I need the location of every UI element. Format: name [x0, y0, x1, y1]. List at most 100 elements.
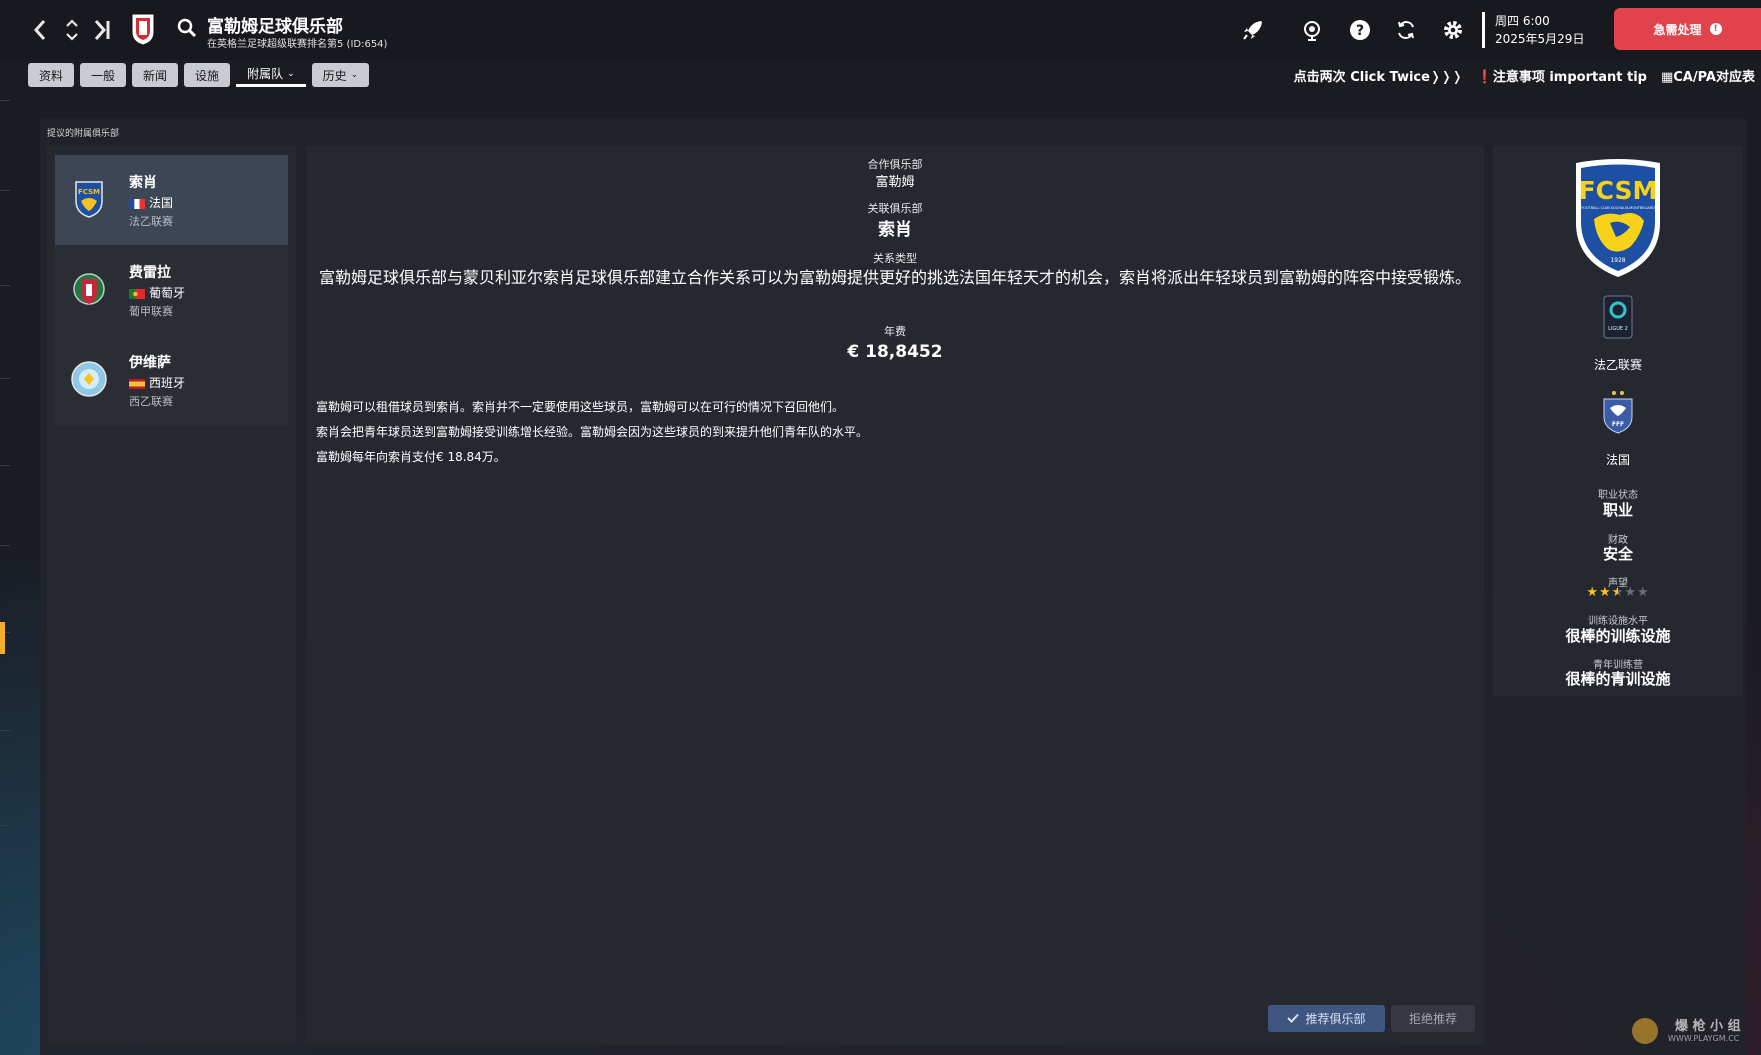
capa-table-link[interactable]: ▦CA/PA对应表	[1661, 66, 1755, 85]
affiliate-club-list: FCSM 索肖 法国 法乙联赛 费雷拉 葡萄牙 葡甲联赛 伊维萨 西班牙 西乙联…	[47, 146, 296, 1045]
tab-affiliates[interactable]: 附属队 ⌄	[236, 63, 306, 87]
ligue2-logo-icon: LIGUE 2	[1603, 295, 1633, 339]
reputation-stars: ★★★★★	[1493, 585, 1743, 600]
club-name: 费雷拉	[129, 265, 171, 281]
club-country: 葡萄牙	[129, 284, 185, 301]
description-line: 索肖会把青年球员送到富勒姆接受训练增长经验。富勒姆会因为这些球员的到来提升他们青…	[316, 425, 869, 439]
tab-general[interactable]: 一般	[80, 63, 127, 87]
tab-facilities[interactable]: 设施	[184, 63, 231, 87]
rail-divider	[0, 730, 10, 731]
header-links: 点击两次 Click Twice❭❭❭ ❗注意事项 important tip …	[1294, 66, 1755, 85]
club-country: 法国	[129, 194, 173, 211]
rail-divider	[0, 465, 10, 466]
club-country: 西班牙	[129, 374, 185, 391]
watermark-logo-icon	[1632, 1018, 1658, 1044]
up-down-icon[interactable]	[58, 14, 86, 46]
rail-divider	[0, 378, 10, 379]
recommend-club-button[interactable]: 推荐俱乐部	[1268, 1005, 1385, 1032]
rail-active-indicator[interactable]	[0, 622, 5, 654]
ferreira-crest-icon	[69, 269, 109, 309]
partner-club-label: 合作俱乐部	[867, 158, 923, 171]
club-name: 伊维萨	[129, 355, 171, 371]
tab-history[interactable]: 历史 ⌄	[311, 63, 370, 87]
club-card-ferreira[interactable]: 费雷拉 葡萄牙 葡甲联赛	[55, 245, 288, 335]
click-twice-link[interactable]: 点击两次 Click Twice❭❭❭	[1294, 66, 1463, 85]
club-name: 索肖	[129, 175, 157, 191]
relation-type-text: 富勒姆足球俱乐部与蒙贝利亚尔索肖足球俱乐部建立合作关系可以为富勒姆提供更好的挑选…	[318, 268, 1471, 287]
help-icon[interactable]: ?	[1347, 17, 1373, 43]
watermark-text: 爆 枪 小 组	[1675, 1019, 1741, 1034]
affiliate-club-value: 索肖	[878, 220, 912, 240]
rail-divider	[0, 190, 10, 191]
globe-ball-icon[interactable]	[1299, 17, 1325, 43]
league-logo-text: LIGUE 2	[1608, 326, 1628, 332]
crest-text: FCSM	[1579, 176, 1658, 205]
fff-logo-icon: FFF	[1601, 390, 1635, 434]
fulham-crest-icon	[130, 12, 156, 46]
training-value: 很棒的训练设施	[1565, 627, 1671, 645]
rail-divider	[0, 825, 10, 826]
rail-divider	[0, 545, 10, 546]
ibiza-crest-icon	[69, 359, 109, 399]
chevron-down-icon: ⌄	[350, 70, 359, 80]
club-info-panel: FCSM FOOTBALL CLUB SOCHAUX-MONTBELIARD 1…	[1493, 146, 1743, 696]
nation-logo-text: FFF	[1612, 421, 1624, 428]
france-flag-icon	[129, 198, 145, 209]
description-line: 富勒姆每年向索肖支付€ 18.84万。	[316, 450, 506, 464]
nation-name: 法国	[1605, 453, 1630, 467]
tab-bar: 资料 一般 新闻 设施 附属队 ⌄ 历史 ⌄	[28, 63, 370, 89]
refresh-icon[interactable]	[1393, 17, 1419, 43]
club-card-sochaux[interactable]: FCSM 索肖 法国 法乙联赛	[55, 155, 288, 245]
status-value: 职业	[1602, 501, 1633, 519]
star-icon: ★	[1624, 585, 1637, 600]
club-card-ibiza[interactable]: 伊维萨 西班牙 西乙联赛	[55, 335, 288, 425]
top-bar: 富勒姆足球俱乐部 在英格兰足球超级联赛排名第5 (ID:654) ? 周四 6:…	[0, 0, 1761, 60]
svg-text:?: ?	[1356, 23, 1364, 39]
svg-text:FCSM: FCSM	[78, 188, 100, 196]
rail-divider	[0, 285, 10, 286]
star-icon: ★	[1586, 585, 1600, 600]
description-line: 富勒姆可以租借球员到索肖。索肖并不一定要使用这些球员，富勒姆可以在可行的情况下召…	[316, 400, 845, 414]
club-league: 法乙联赛	[129, 215, 173, 228]
finance-value: 安全	[1602, 545, 1633, 563]
page-title: 富勒姆足球俱乐部	[207, 17, 343, 37]
sochaux-crest-icon: FCSM	[69, 179, 109, 219]
relation-type-label: 关系类型	[873, 252, 917, 265]
alert-icon: !	[1709, 23, 1722, 35]
reject-recommendation-button[interactable]: 拒绝推荐	[1391, 1005, 1475, 1032]
affiliate-club-label: 关联俱乐部	[867, 202, 923, 215]
forward-end-icon[interactable]	[88, 14, 116, 46]
club-league: 葡甲联赛	[129, 305, 173, 318]
tab-profile[interactable]: 资料	[28, 63, 75, 87]
annual-fee-value: € 18,8452	[847, 342, 943, 362]
urgent-button[interactable]: 急需处理 !	[1614, 8, 1761, 50]
star-half-icon: ★	[1611, 585, 1625, 600]
important-tip-link[interactable]: ❗注意事项 important tip	[1477, 66, 1647, 85]
portugal-flag-icon	[129, 288, 145, 299]
rail-divider	[0, 100, 10, 101]
chevron-down-icon: ⌄	[287, 68, 295, 79]
date-day: 周四 6:00	[1495, 14, 1550, 28]
league-name: 法乙联赛	[1593, 358, 1642, 372]
check-icon	[1287, 1012, 1300, 1026]
back-icon[interactable]	[26, 14, 54, 46]
club-league: 西乙联赛	[129, 395, 173, 408]
crest-subtext: FOOTBALL CLUB SOCHAUX-MONTBELIARD	[1581, 206, 1655, 210]
tab-news[interactable]: 新闻	[132, 63, 179, 87]
page-subtitle: 在英格兰足球超级联赛排名第5 (ID:654)	[207, 39, 388, 50]
search-icon[interactable]	[176, 17, 198, 39]
settings-gear-icon[interactable]	[1440, 17, 1466, 43]
fcsm-crest-icon: FCSM FOOTBALL CLUB SOCHAUX-MONTBELIARD 1…	[1570, 157, 1666, 281]
spain-flag-icon	[129, 378, 145, 389]
rocket-icon[interactable]	[1240, 17, 1266, 43]
partner-club-value: 富勒姆	[875, 175, 915, 190]
crest-year: 1928	[1610, 257, 1625, 264]
annual-fee-label: 年费	[884, 325, 906, 338]
star-icon: ★	[1636, 585, 1650, 600]
left-rail	[0, 100, 18, 1055]
star-icon: ★	[1599, 585, 1612, 600]
section-caption: 提议的附属俱乐部	[47, 129, 120, 139]
urgent-label: 急需处理	[1653, 22, 1702, 37]
watermark-url: WWW.PLAYGM.CC	[1668, 1034, 1740, 1043]
youth-value: 很棒的青训设施	[1565, 670, 1671, 688]
